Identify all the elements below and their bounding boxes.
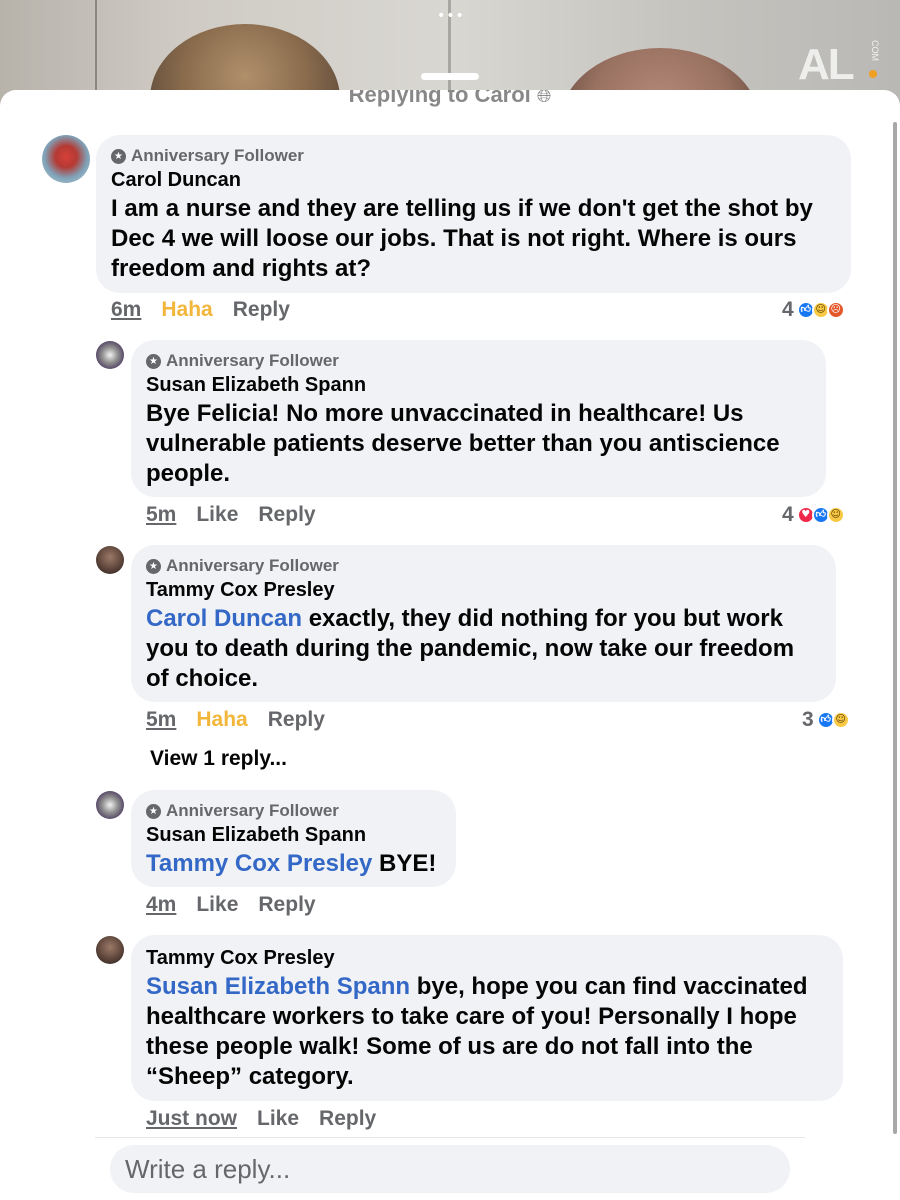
- follower-badge: ★ Anniversary Follower: [146, 555, 821, 577]
- haha-reaction-button[interactable]: Haha: [196, 708, 247, 732]
- follower-badge: ★ Anniversary Follower: [146, 350, 811, 372]
- comment-actions: 5m Like Reply: [146, 503, 316, 527]
- avatar[interactable]: [42, 135, 90, 183]
- comment-text: Susan Elizabeth Spann bye, hope you can …: [146, 972, 828, 1092]
- follower-badge: ★ Anniversary Follower: [146, 800, 441, 822]
- comment-bubble: ★ Anniversary Follower Carol Duncan I am…: [96, 135, 851, 293]
- badge-label: Anniversary Follower: [131, 146, 304, 165]
- angry-reaction-icon: ☹: [826, 301, 845, 319]
- comment-author[interactable]: Tammy Cox Presley: [146, 579, 821, 602]
- avatar[interactable]: [96, 546, 124, 574]
- reaction-summary[interactable]: 3 👍︎ ☺: [802, 708, 850, 732]
- comment-bubble: ★ Anniversary Follower Tammy Cox Presley…: [131, 545, 836, 702]
- comment-actions: 4m Like Reply: [146, 893, 316, 917]
- reply-button[interactable]: Reply: [258, 503, 315, 527]
- comment-author[interactable]: Susan Elizabeth Spann: [146, 374, 811, 397]
- sheet-title-text: Replying to Carol: [348, 90, 531, 107]
- avatar[interactable]: [96, 341, 124, 369]
- reply-button[interactable]: Reply: [233, 298, 290, 322]
- al-logo-suffix: COM: [870, 40, 880, 61]
- badge-label: Anniversary Follower: [166, 801, 339, 820]
- al-logo: AL: [798, 40, 855, 89]
- scrollbar[interactable]: [893, 122, 897, 1134]
- haha-reaction-button[interactable]: Haha: [161, 298, 212, 322]
- comment-text: Tammy Cox Presley BYE!: [146, 849, 441, 879]
- badge-icon: ★: [146, 353, 161, 369]
- composer-divider: [95, 1137, 805, 1138]
- mention-link[interactable]: Susan Elizabeth Spann: [146, 973, 410, 1000]
- badge-icon: ★: [146, 803, 161, 819]
- reaction-summary[interactable]: 4 👍︎ ☺ ☹: [782, 298, 845, 322]
- like-button[interactable]: Like: [196, 503, 238, 527]
- sheet-drag-handle[interactable]: [421, 73, 479, 80]
- comment-author[interactable]: Carol Duncan: [111, 169, 836, 192]
- comment-bubble: Tammy Cox Presley Susan Elizabeth Spann …: [131, 935, 843, 1101]
- comment-actions: 6m Haha Reply: [111, 298, 290, 322]
- comment-bubble: ★ Anniversary Follower Susan Elizabeth S…: [131, 340, 826, 497]
- comment-actions: Just now Like Reply: [146, 1107, 376, 1131]
- reply-button[interactable]: Reply: [258, 893, 315, 917]
- like-button[interactable]: Like: [257, 1107, 299, 1131]
- badge-icon: ★: [146, 558, 161, 574]
- comment-timestamp[interactable]: 5m: [146, 503, 176, 527]
- avatar[interactable]: [96, 791, 124, 819]
- reaction-count: 4: [782, 298, 794, 321]
- haha-reaction-icon: ☺: [826, 506, 845, 524]
- mention-link[interactable]: Carol Duncan: [146, 605, 302, 632]
- comment-body: BYE!: [372, 850, 437, 877]
- view-replies-link[interactable]: View 1 reply...: [150, 747, 287, 771]
- comment-text: Carol Duncan exactly, they did nothing f…: [146, 604, 821, 694]
- badge-label: Anniversary Follower: [166, 556, 339, 575]
- comment-actions: 5m Haha Reply: [146, 708, 325, 732]
- follower-badge: ★ Anniversary Follower: [111, 145, 836, 167]
- comment-timestamp[interactable]: 6m: [111, 298, 141, 322]
- reply-button[interactable]: Reply: [268, 708, 325, 732]
- comment-timestamp[interactable]: 5m: [146, 708, 176, 732]
- comment-timestamp[interactable]: Just now: [146, 1107, 237, 1131]
- globe-icon: 🌐︎: [536, 90, 552, 107]
- reply-composer: [110, 1145, 790, 1193]
- comment-text: Bye Felicia! No more unvaccinated in hea…: [146, 400, 780, 487]
- sheet-title: Replying to Carol 🌐︎: [0, 90, 900, 108]
- reply-input[interactable]: [110, 1145, 790, 1193]
- reaction-count: 3: [802, 708, 814, 731]
- like-button[interactable]: Like: [196, 893, 238, 917]
- comment-author[interactable]: Susan Elizabeth Spann: [146, 824, 441, 847]
- al-logo-dot: [869, 70, 877, 78]
- haha-reaction-icon: ☺: [831, 711, 850, 729]
- comment-timestamp[interactable]: 4m: [146, 893, 176, 917]
- comment-text: I am a nurse and they are telling us if …: [111, 195, 813, 282]
- badge-icon: ★: [111, 148, 126, 164]
- avatar[interactable]: [96, 936, 124, 964]
- reply-button[interactable]: Reply: [319, 1107, 376, 1131]
- reaction-count: 4: [782, 503, 794, 526]
- comment-bubble: ★ Anniversary Follower Susan Elizabeth S…: [131, 790, 456, 887]
- comment-sheet: Replying to Carol 🌐︎ ★ Anniversary Follo…: [0, 90, 900, 1200]
- badge-label: Anniversary Follower: [166, 351, 339, 370]
- more-options-icon[interactable]: •••: [437, 8, 465, 24]
- reaction-summary[interactable]: 4 ♥ 👍︎ ☺: [782, 503, 845, 527]
- mention-link[interactable]: Tammy Cox Presley: [146, 850, 372, 877]
- comment-author[interactable]: Tammy Cox Presley: [146, 947, 828, 970]
